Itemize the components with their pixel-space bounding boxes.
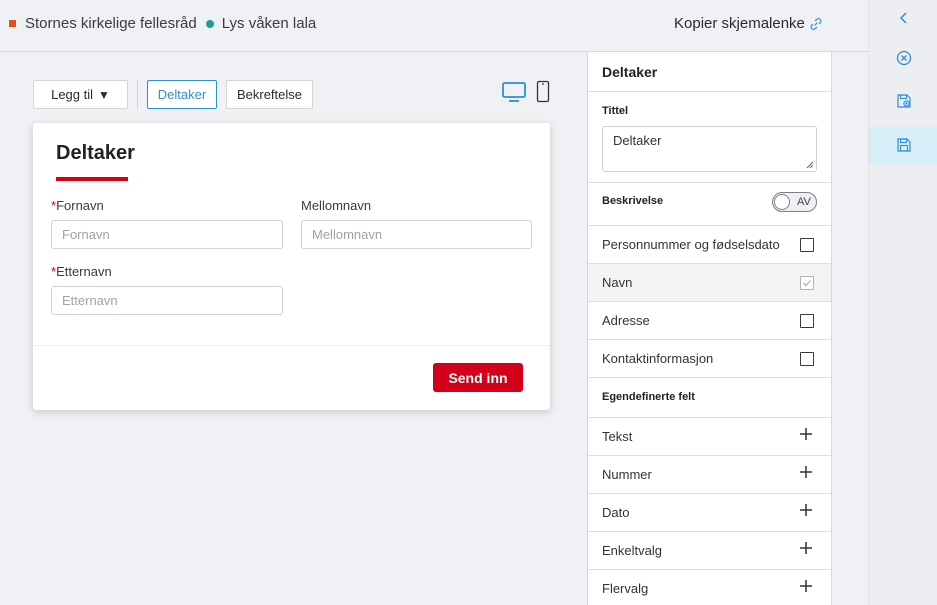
card-divider xyxy=(33,345,550,346)
title-field-label: Tittel xyxy=(602,105,629,117)
custom-field-label: Nummer xyxy=(602,467,652,482)
add-element-dropdown[interactable]: Legg til ▼ xyxy=(33,80,128,109)
mobile-preview-icon[interactable] xyxy=(536,80,550,104)
option-personnummer[interactable]: Personnummer og fødselsdato xyxy=(588,226,831,264)
link-icon xyxy=(810,17,822,30)
plus-icon xyxy=(800,428,812,440)
close-button[interactable] xyxy=(869,40,937,76)
description-label: Beskrivelse xyxy=(602,195,664,207)
add-element-label: Legg til xyxy=(51,87,94,102)
title-textarea[interactable]: Deltaker xyxy=(602,126,817,172)
panel-header: Deltaker xyxy=(588,52,831,92)
plus-icon xyxy=(800,542,812,554)
last-name-input[interactable]: Etternavn xyxy=(51,286,283,315)
last-name-placeholder: Etternavn xyxy=(62,293,118,308)
last-name-label: *Etternavn xyxy=(51,264,112,279)
last-name-label-text: Etternavn xyxy=(56,264,112,279)
toolbar-divider xyxy=(137,80,138,109)
add-field-enkeltvalg[interactable]: Enkeltvalg xyxy=(588,532,831,570)
status-dot-icon xyxy=(205,19,214,28)
custom-field-label: Enkeltvalg xyxy=(602,543,662,558)
save-button[interactable] xyxy=(869,127,937,163)
option-label: Adresse xyxy=(602,313,650,328)
tab-deltaker[interactable]: Deltaker xyxy=(147,80,217,109)
first-name-label-text: Fornavn xyxy=(56,198,104,213)
custom-field-label: Flervalg xyxy=(602,581,649,596)
desktop-preview-icon[interactable] xyxy=(501,81,527,103)
description-toggle[interactable]: AV xyxy=(772,192,817,212)
option-checkbox[interactable] xyxy=(800,352,814,366)
toggle-knob xyxy=(774,194,790,210)
copy-link-label: Kopier skjemalenke xyxy=(674,15,805,32)
option-checkbox[interactable] xyxy=(800,276,814,290)
panel-title: Deltaker xyxy=(602,64,658,80)
tab-bekreftelse-label: Bekreftelse xyxy=(236,87,303,102)
first-name-label: *Fornavn xyxy=(51,198,104,213)
custom-fields-label: Egendefinerte felt xyxy=(602,391,695,403)
option-label: Personnummer og fødselsdato xyxy=(602,237,780,252)
first-name-input[interactable]: Fornavn xyxy=(51,220,283,249)
breadcrumb: Stornes kirkelige fellesråd Lys våken la… xyxy=(9,15,316,32)
middle-name-input[interactable]: Mellomnavn xyxy=(301,220,532,249)
option-checkbox[interactable] xyxy=(800,314,814,328)
resize-grip-icon[interactable] xyxy=(806,161,814,169)
add-field-nummer[interactable]: Nummer xyxy=(588,456,831,494)
custom-field-label: Dato xyxy=(602,505,630,520)
first-name-placeholder: Fornavn xyxy=(62,227,110,242)
option-label: Kontaktinformasjon xyxy=(602,351,714,366)
option-adresse[interactable]: Adresse xyxy=(588,302,831,340)
properties-panel: Deltaker Tittel Deltaker Beskrivelse AV … xyxy=(587,52,832,605)
close-circle-icon xyxy=(896,50,911,66)
submit-button[interactable]: Send inn xyxy=(433,363,523,392)
save-as-icon xyxy=(896,94,911,108)
chevron-left-icon xyxy=(899,12,907,24)
save-icon xyxy=(896,138,911,152)
add-field-flervalg[interactable]: Flervalg xyxy=(588,570,831,605)
plus-icon xyxy=(800,580,812,592)
middle-name-placeholder: Mellomnavn xyxy=(312,227,383,242)
org-name: Stornes kirkelige fellesråd xyxy=(25,15,197,32)
save-as-button[interactable] xyxy=(869,83,937,119)
form-name: Lys våken lala xyxy=(221,15,317,32)
middle-name-label: Mellomnavn xyxy=(301,198,371,213)
submit-label: Send inn xyxy=(448,369,508,386)
title-textarea-value: Deltaker xyxy=(613,133,662,148)
toggle-state-label: AV xyxy=(797,196,811,208)
copy-form-link[interactable]: Kopier skjemalenke xyxy=(674,15,823,32)
top-header: Stornes kirkelige fellesråd Lys våken la… xyxy=(0,0,868,52)
custom-field-label: Tekst xyxy=(602,429,633,444)
plus-icon xyxy=(800,504,812,516)
add-field-dato[interactable]: Dato xyxy=(588,494,831,532)
tab-deltaker-label: Deltaker xyxy=(157,87,207,102)
form-preview-card: Deltaker *Fornavn Fornavn Mellomnavn Mel… xyxy=(33,123,550,410)
add-field-tekst[interactable]: Tekst xyxy=(588,418,831,456)
tab-bekreftelse[interactable]: Bekreftelse xyxy=(226,80,313,109)
option-navn[interactable]: Navn xyxy=(588,264,831,302)
right-icon-rail xyxy=(868,0,937,605)
plus-icon xyxy=(800,466,812,478)
middle-name-label-text: Mellomnavn xyxy=(301,198,372,213)
option-checkbox[interactable] xyxy=(800,238,814,252)
dropdown-triangle-icon: ▼ xyxy=(98,87,110,102)
option-label: Navn xyxy=(602,275,633,290)
form-title: Deltaker xyxy=(56,142,135,164)
check-icon xyxy=(803,280,811,287)
collapse-button[interactable] xyxy=(869,0,937,36)
org-square-icon xyxy=(9,20,16,27)
title-underline xyxy=(56,177,128,181)
option-kontaktinformasjon[interactable]: Kontaktinformasjon xyxy=(588,340,831,378)
